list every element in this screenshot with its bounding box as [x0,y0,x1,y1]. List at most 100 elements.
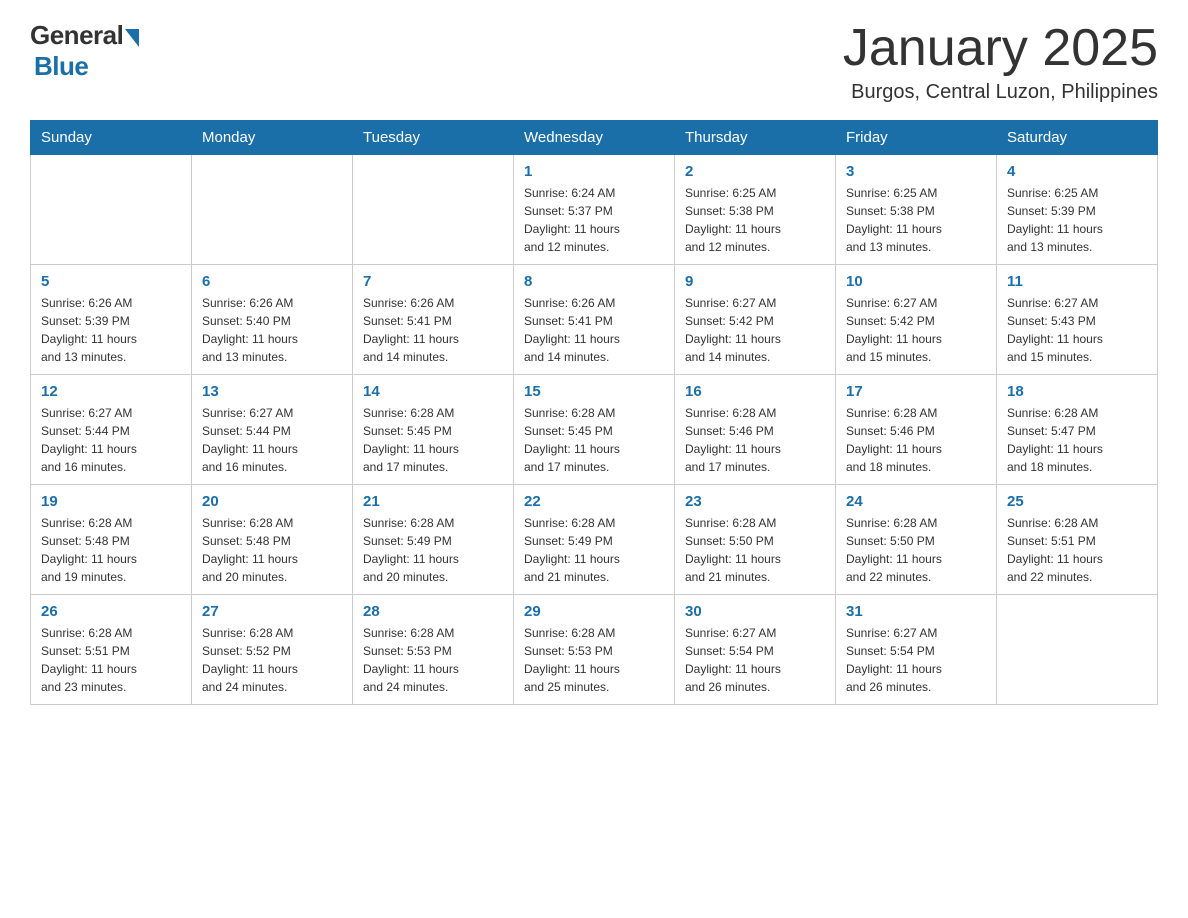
week-row-5: 26 Sunrise: 6:28 AM Sunset: 5:51 PM Dayli… [31,595,1158,705]
month-title: January 2025 [843,20,1158,77]
day-info: Sunrise: 6:28 AM Sunset: 5:50 PM Dayligh… [846,514,986,586]
day-info: Sunrise: 6:27 AM Sunset: 5:42 PM Dayligh… [685,294,825,366]
day-info: Sunrise: 6:28 AM Sunset: 5:46 PM Dayligh… [685,404,825,476]
day-number: 28 [363,603,503,620]
day-number: 14 [363,383,503,400]
day-number: 29 [524,603,664,620]
calendar-cell: 2 Sunrise: 6:25 AM Sunset: 5:38 PM Daylig… [675,155,836,265]
day-number: 21 [363,493,503,510]
calendar-cell: 21Sunrise: 6:28 AM Sunset: 5:49 PM Dayli… [353,485,514,595]
day-header-saturday: Saturday [997,121,1158,155]
calendar-cell: 30Sunrise: 6:27 AM Sunset: 5:54 PM Dayli… [675,595,836,705]
calendar-cell: 11 Sunrise: 6:27 AM Sunset: 5:43 PM Dayli… [997,265,1158,375]
day-number: 3 [846,163,986,180]
day-number: 23 [685,493,825,510]
calendar-cell: 19 Sunrise: 6:28 AM Sunset: 5:48 PM Dayli… [31,485,192,595]
calendar-cell: 18 Sunrise: 6:28 AM Sunset: 5:47 PM Dayli… [997,375,1158,485]
calendar-table: SundayMondayTuesdayWednesdayThursdayFrid… [30,120,1158,705]
day-info: Sunrise: 6:28 AM Sunset: 5:45 PM Dayligh… [524,404,664,476]
day-number: 25 [1007,493,1147,510]
day-number: 6 [202,273,342,290]
calendar-cell: 26 Sunrise: 6:28 AM Sunset: 5:51 PM Dayli… [31,595,192,705]
day-header-tuesday: Tuesday [353,121,514,155]
day-info: Sunrise: 6:28 AM Sunset: 5:48 PM Dayligh… [41,514,181,586]
calendar-cell: 22Sunrise: 6:28 AM Sunset: 5:49 PM Dayli… [514,485,675,595]
calendar-cell: 17Sunrise: 6:28 AM Sunset: 5:46 PM Dayli… [836,375,997,485]
day-info: Sunrise: 6:28 AM Sunset: 5:51 PM Dayligh… [1007,514,1147,586]
day-info: Sunrise: 6:27 AM Sunset: 5:43 PM Dayligh… [1007,294,1147,366]
calendar-cell: 27Sunrise: 6:28 AM Sunset: 5:52 PM Dayli… [192,595,353,705]
day-number: 15 [524,383,664,400]
day-number: 7 [363,273,503,290]
day-info: Sunrise: 6:26 AM Sunset: 5:39 PM Dayligh… [41,294,181,366]
day-info: Sunrise: 6:28 AM Sunset: 5:45 PM Dayligh… [363,404,503,476]
day-number: 5 [41,273,181,290]
day-info: Sunrise: 6:28 AM Sunset: 5:47 PM Dayligh… [1007,404,1147,476]
day-info: Sunrise: 6:26 AM Sunset: 5:41 PM Dayligh… [524,294,664,366]
day-info: Sunrise: 6:28 AM Sunset: 5:53 PM Dayligh… [363,624,503,696]
day-info: Sunrise: 6:27 AM Sunset: 5:54 PM Dayligh… [846,624,986,696]
logo-blue-text: Blue [34,51,88,82]
day-number: 2 [685,163,825,180]
logo: General Blue [30,20,139,82]
day-number: 10 [846,273,986,290]
calendar-cell: 7 Sunrise: 6:26 AM Sunset: 5:41 PM Daylig… [353,265,514,375]
calendar-cell [192,155,353,265]
day-header-sunday: Sunday [31,121,192,155]
calendar-cell: 12Sunrise: 6:27 AM Sunset: 5:44 PM Dayli… [31,375,192,485]
day-number: 19 [41,493,181,510]
day-number: 24 [846,493,986,510]
calendar-cell: 15 Sunrise: 6:28 AM Sunset: 5:45 PM Dayli… [514,375,675,485]
day-info: Sunrise: 6:28 AM Sunset: 5:48 PM Dayligh… [202,514,342,586]
calendar-cell [353,155,514,265]
day-header-wednesday: Wednesday [514,121,675,155]
day-info: Sunrise: 6:25 AM Sunset: 5:38 PM Dayligh… [685,184,825,256]
day-number: 9 [685,273,825,290]
day-number: 4 [1007,163,1147,180]
day-info: Sunrise: 6:28 AM Sunset: 5:52 PM Dayligh… [202,624,342,696]
week-row-2: 5 Sunrise: 6:26 AM Sunset: 5:39 PM Daylig… [31,265,1158,375]
location-text: Burgos, Central Luzon, Philippines [843,81,1158,104]
day-info: Sunrise: 6:28 AM Sunset: 5:50 PM Dayligh… [685,514,825,586]
calendar-cell: 10 Sunrise: 6:27 AM Sunset: 5:42 PM Dayli… [836,265,997,375]
day-info: Sunrise: 6:28 AM Sunset: 5:46 PM Dayligh… [846,404,986,476]
calendar-cell: 23 Sunrise: 6:28 AM Sunset: 5:50 PM Dayli… [675,485,836,595]
day-info: Sunrise: 6:25 AM Sunset: 5:38 PM Dayligh… [846,184,986,256]
day-number: 16 [685,383,825,400]
calendar-cell: 9 Sunrise: 6:27 AM Sunset: 5:42 PM Daylig… [675,265,836,375]
calendar-cell: 6 Sunrise: 6:26 AM Sunset: 5:40 PM Daylig… [192,265,353,375]
day-header-thursday: Thursday [675,121,836,155]
week-row-4: 19 Sunrise: 6:28 AM Sunset: 5:48 PM Dayli… [31,485,1158,595]
day-number: 13 [202,383,342,400]
calendar-cell: 20 Sunrise: 6:28 AM Sunset: 5:48 PM Dayli… [192,485,353,595]
calendar-cell: 31 Sunrise: 6:27 AM Sunset: 5:54 PM Dayli… [836,595,997,705]
week-row-3: 12Sunrise: 6:27 AM Sunset: 5:44 PM Dayli… [31,375,1158,485]
calendar-cell [997,595,1158,705]
day-info: Sunrise: 6:28 AM Sunset: 5:51 PM Dayligh… [41,624,181,696]
calendar-cell: 8 Sunrise: 6:26 AM Sunset: 5:41 PM Daylig… [514,265,675,375]
page-header: General Blue January 2025 Burgos, Centra… [30,20,1158,104]
day-info: Sunrise: 6:27 AM Sunset: 5:44 PM Dayligh… [41,404,181,476]
day-number: 31 [846,603,986,620]
day-number: 11 [1007,273,1147,290]
calendar-cell: 13 Sunrise: 6:27 AM Sunset: 5:44 PM Dayli… [192,375,353,485]
calendar-cell: 14 Sunrise: 6:28 AM Sunset: 5:45 PM Dayli… [353,375,514,485]
calendar-cell: 4Sunrise: 6:25 AM Sunset: 5:39 PM Daylig… [997,155,1158,265]
day-info: Sunrise: 6:24 AM Sunset: 5:37 PM Dayligh… [524,184,664,256]
day-info: Sunrise: 6:26 AM Sunset: 5:41 PM Dayligh… [363,294,503,366]
day-info: Sunrise: 6:26 AM Sunset: 5:40 PM Dayligh… [202,294,342,366]
day-info: Sunrise: 6:27 AM Sunset: 5:42 PM Dayligh… [846,294,986,366]
day-number: 1 [524,163,664,180]
day-info: Sunrise: 6:27 AM Sunset: 5:44 PM Dayligh… [202,404,342,476]
calendar-cell: 16 Sunrise: 6:28 AM Sunset: 5:46 PM Dayli… [675,375,836,485]
day-number: 20 [202,493,342,510]
calendar-cell: 3 Sunrise: 6:25 AM Sunset: 5:38 PM Daylig… [836,155,997,265]
calendar-cell: 25 Sunrise: 6:28 AM Sunset: 5:51 PM Dayli… [997,485,1158,595]
title-section: January 2025 Burgos, Central Luzon, Phil… [843,20,1158,104]
calendar-cell: 28 Sunrise: 6:28 AM Sunset: 5:53 PM Dayli… [353,595,514,705]
day-number: 18 [1007,383,1147,400]
day-number: 26 [41,603,181,620]
day-number: 8 [524,273,664,290]
day-header-monday: Monday [192,121,353,155]
day-header-friday: Friday [836,121,997,155]
